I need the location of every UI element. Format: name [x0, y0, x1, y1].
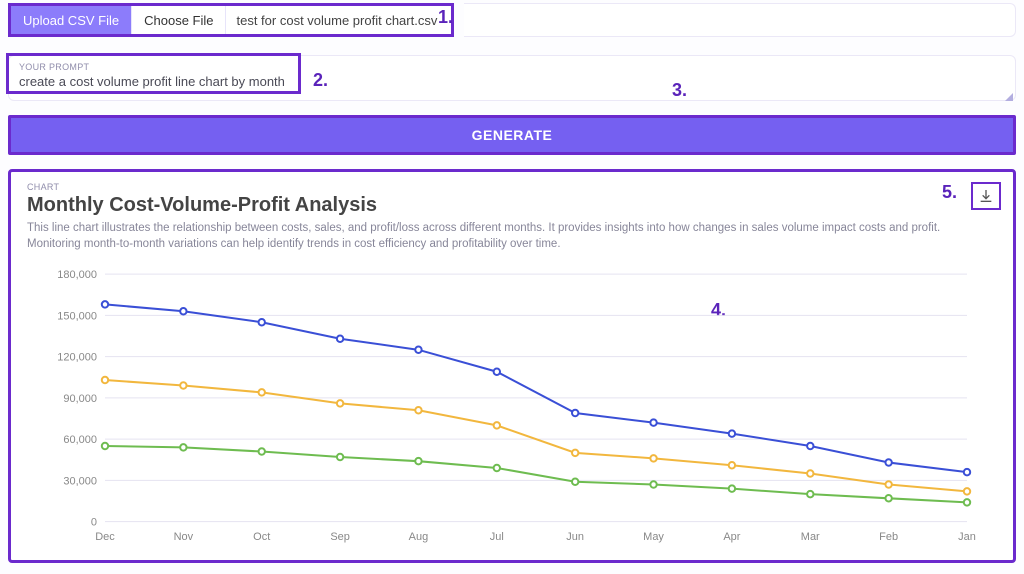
annotation-3: 3. [672, 80, 687, 101]
svg-text:30,000: 30,000 [63, 475, 97, 487]
svg-text:Feb: Feb [879, 531, 898, 543]
svg-text:Apr: Apr [723, 531, 740, 543]
generate-button-wrap: GENERATE [8, 115, 1016, 155]
svg-text:120,000: 120,000 [57, 352, 97, 364]
svg-text:Aug: Aug [409, 531, 429, 543]
svg-text:180,000: 180,000 [57, 269, 97, 281]
chart-tag-label: CHART [27, 182, 997, 192]
upload-csv-button[interactable]: Upload CSV File [11, 6, 131, 34]
selected-filename: test for cost volume profit chart.csv [225, 6, 451, 34]
svg-text:Nov: Nov [174, 531, 194, 543]
prompt-label: YOUR PROMPT [19, 62, 1005, 72]
chart-title: Monthly Cost-Volume-Profit Analysis [27, 194, 997, 217]
svg-text:May: May [643, 531, 664, 543]
file-upload-box: Upload CSV File Choose File test for cos… [8, 3, 454, 37]
svg-text:60,000: 60,000 [63, 434, 97, 446]
resize-handle-icon[interactable] [1003, 91, 1013, 101]
choose-file-button[interactable]: Choose File [131, 6, 225, 34]
svg-text:Jun: Jun [566, 531, 584, 543]
prompt-input[interactable] [19, 74, 1005, 89]
svg-text:0: 0 [91, 517, 97, 529]
annotation-2: 2. [313, 70, 328, 91]
chart-panel: CHART Monthly Cost-Volume-Profit Analysi… [8, 169, 1016, 563]
svg-text:Mar: Mar [801, 531, 820, 543]
generate-button[interactable]: GENERATE [11, 118, 1013, 152]
chart-description: This line chart illustrates the relation… [27, 221, 997, 252]
prompt-field[interactable]: YOUR PROMPT [8, 55, 1016, 101]
file-row-remainder [464, 3, 1016, 37]
chart-plot-area: 0 30,000 60,000 90,000 120,000 150,000 180,000… [47, 264, 987, 548]
svg-text:Jul: Jul [490, 531, 504, 543]
svg-text:Sep: Sep [330, 531, 350, 543]
svg-text:Dec: Dec [95, 531, 115, 543]
download-icon [978, 188, 994, 204]
annotation-1: 1. [438, 7, 453, 28]
svg-text:Oct: Oct [253, 531, 270, 543]
annotation-5: 5. [942, 182, 957, 203]
svg-text:90,000: 90,000 [63, 393, 97, 405]
file-upload-row: Upload CSV File Choose File test for cos… [8, 3, 1016, 37]
svg-text:Jan: Jan [958, 531, 976, 543]
svg-text:150,000: 150,000 [57, 310, 97, 322]
download-chart-button[interactable] [971, 182, 1001, 210]
